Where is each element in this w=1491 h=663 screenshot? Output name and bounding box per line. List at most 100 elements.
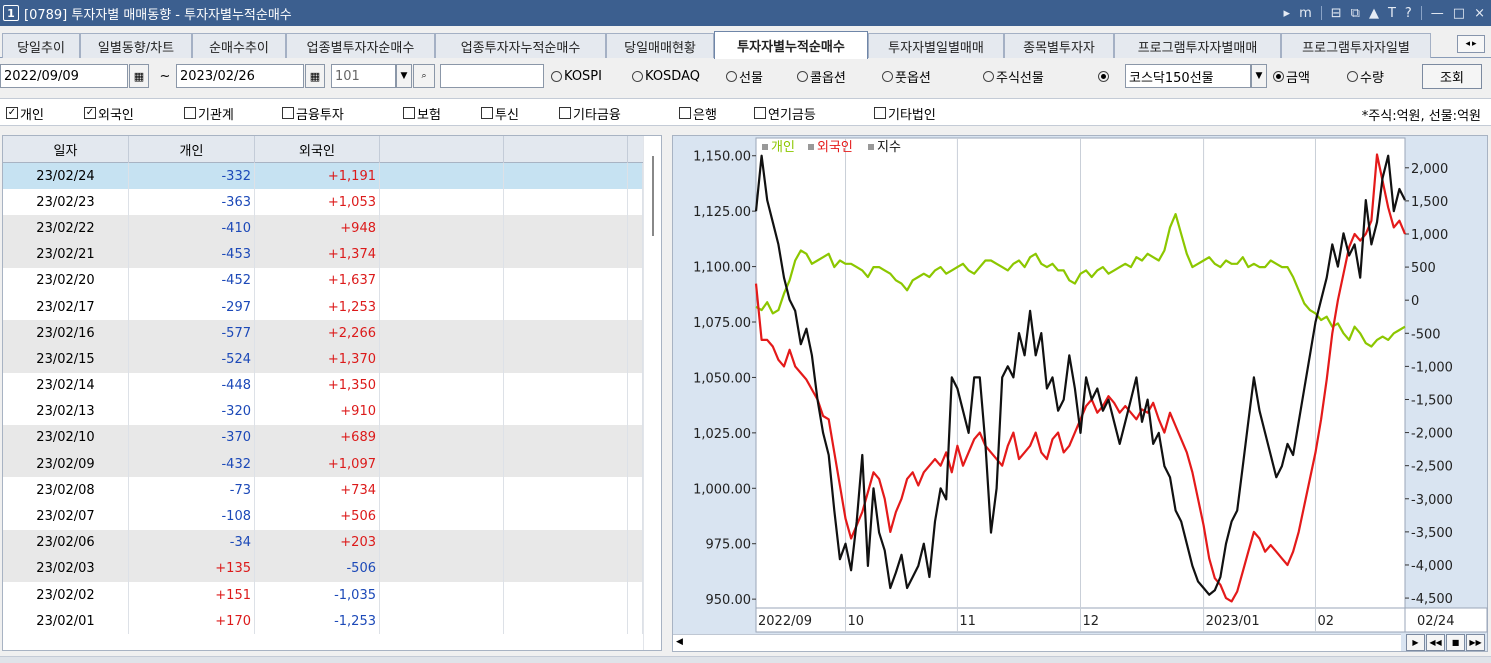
m-icon[interactable]: m bbox=[1299, 6, 1312, 21]
next-icon[interactable]: ▶ bbox=[1406, 634, 1425, 651]
table-row[interactable]: 23/02/08 -73 +734 bbox=[3, 477, 643, 504]
rewind-icon[interactable]: ◀◀ bbox=[1426, 634, 1445, 651]
radio-kosdaq[interactable]: KOSDAQ bbox=[632, 65, 700, 87]
column-header-foreign[interactable]: 외국인 bbox=[255, 136, 380, 163]
split-icon[interactable]: ⊟ bbox=[1331, 6, 1342, 21]
cell-foreign: +734 bbox=[255, 477, 380, 504]
table-row[interactable]: 23/02/01 +170 -1,253 bbox=[3, 608, 643, 635]
table-row[interactable]: 23/02/03 +135 -506 bbox=[3, 555, 643, 582]
table-row[interactable]: 23/02/23 -363 +1,053 bbox=[3, 189, 643, 216]
calendar-icon[interactable]: ▦ bbox=[305, 64, 325, 88]
table-row[interactable]: 23/02/17 -297 +1,253 bbox=[3, 293, 643, 321]
tab-scroll-buttons[interactable]: ◂ ▸ bbox=[1457, 35, 1485, 53]
column-header-individual[interactable]: 개인 bbox=[129, 136, 255, 163]
cell-foreign: +1,191 bbox=[255, 163, 380, 190]
maximize-icon[interactable]: □ bbox=[1453, 6, 1465, 21]
cell-individual: -524 bbox=[129, 346, 255, 373]
query-button[interactable]: 조회 bbox=[1422, 64, 1482, 89]
horizontal-scrollbar[interactable]: ◀ bbox=[673, 634, 1401, 651]
cell-individual: -108 bbox=[129, 503, 255, 530]
x-tick-label: 10 bbox=[848, 614, 865, 629]
scrollbar-thumb[interactable] bbox=[652, 156, 654, 236]
pin-icon[interactable]: ▲ bbox=[1369, 6, 1379, 21]
radio-amount[interactable]: 금액 bbox=[1273, 65, 1310, 87]
tab-program-daily[interactable]: 프로그램투자자일별 bbox=[1281, 33, 1431, 58]
radio-kosdaq150-futures[interactable] bbox=[1098, 65, 1111, 87]
table-row[interactable]: 23/02/22 -410 +948 bbox=[3, 215, 643, 242]
tab-stock-investor[interactable]: 종목별투자자 bbox=[1004, 33, 1114, 58]
column-header-date[interactable]: 일자 bbox=[3, 136, 129, 163]
end-date-field[interactable]: 2023/02/26 bbox=[176, 64, 304, 88]
radio-call-option[interactable]: 콜옵션 bbox=[797, 65, 846, 87]
minimize-icon[interactable]: — bbox=[1431, 6, 1444, 21]
calendar-icon[interactable]: ▦ bbox=[129, 64, 149, 88]
checkbox-investment-trust[interactable]: 투신 bbox=[481, 104, 519, 123]
chevron-down-icon[interactable]: ▼ bbox=[396, 64, 412, 88]
fast-forward-icon[interactable]: ▶▶ bbox=[1466, 634, 1485, 651]
stop-icon[interactable]: ■ bbox=[1446, 634, 1465, 651]
table-row[interactable]: 23/02/07 -108 +506 bbox=[3, 503, 643, 530]
cell-empty bbox=[380, 293, 504, 321]
chevron-down-icon[interactable]: ▼ bbox=[1251, 64, 1267, 88]
radio-dot bbox=[983, 70, 994, 82]
radio-quantity[interactable]: 수량 bbox=[1347, 65, 1384, 87]
search-icon[interactable]: ⌕ bbox=[413, 64, 435, 88]
radio-put-option[interactable]: 풋옵션 bbox=[882, 65, 931, 87]
tab-intraday-status[interactable]: 당일매매현황 bbox=[606, 33, 714, 58]
checkbox-bank[interactable]: 은행 bbox=[679, 104, 717, 123]
radio-stock-futures[interactable]: 주식선물 bbox=[983, 65, 1044, 87]
tab-scroll-right-icon[interactable]: ▸ bbox=[1472, 39, 1477, 49]
radio-futures[interactable]: 선물 bbox=[726, 65, 763, 87]
tab-sector-investor-net[interactable]: 업종별투자자순매수 bbox=[286, 33, 435, 58]
table-body: 23/02/24 -332 +1,191 23/02/23 -363 +1,053 23/0… bbox=[3, 163, 643, 635]
tab-daily-chart[interactable]: 일별동향/차트 bbox=[80, 33, 192, 58]
table-row[interactable]: 23/02/06 -34 +203 bbox=[3, 529, 643, 556]
expand-icon[interactable]: ▸ bbox=[1284, 6, 1291, 21]
table-row[interactable]: 23/02/15 -524 +1,370 bbox=[3, 346, 643, 373]
checkbox-other-finance[interactable]: 기타금융 bbox=[559, 104, 621, 123]
vertical-scrollbar[interactable] bbox=[643, 136, 661, 650]
checkbox-pension[interactable]: 연기금등 bbox=[754, 104, 816, 123]
tab-scroll-left-icon[interactable]: ◂ bbox=[1465, 39, 1470, 49]
table-row[interactable]: 23/02/14 -448 +1,350 bbox=[3, 372, 643, 399]
tab-daily-trend[interactable]: 당일추이 bbox=[2, 33, 80, 58]
table-row[interactable]: 23/02/16 -577 +2,266 bbox=[3, 320, 643, 347]
table-row[interactable]: 23/02/02 +151 -1,035 bbox=[3, 582, 643, 609]
copy-window-icon[interactable]: ⧉ bbox=[1351, 6, 1360, 21]
table-row[interactable]: 23/02/10 -370 +689 bbox=[3, 424, 643, 452]
table-row[interactable]: 23/02/21 -453 +1,374 bbox=[3, 241, 643, 268]
start-date-field[interactable]: 2022/09/09 bbox=[0, 64, 128, 88]
code-field[interactable]: 101 bbox=[331, 64, 396, 88]
cell-individual: +151 bbox=[129, 582, 255, 609]
font-icon[interactable]: T bbox=[1388, 6, 1396, 21]
checkbox-financial-investment[interactable]: 금융투자 bbox=[282, 104, 344, 123]
checkbox-foreign[interactable]: ✓ 외국인 bbox=[84, 104, 134, 123]
window-number-badge[interactable]: 1 bbox=[3, 5, 19, 21]
tab-investor-daily[interactable]: 투자자별일별매매 bbox=[868, 33, 1004, 58]
close-icon[interactable]: × bbox=[1474, 6, 1485, 21]
futures-select[interactable]: 코스닥150선물 bbox=[1125, 64, 1251, 88]
cell-empty bbox=[628, 241, 643, 268]
radio-kospi[interactable]: KOSPI bbox=[551, 65, 602, 87]
tab-program-investor[interactable]: 프로그램투자자별매매 bbox=[1114, 33, 1281, 58]
help-icon[interactable]: ? bbox=[1405, 6, 1412, 21]
tab-net-buy-trend[interactable]: 순매수추이 bbox=[192, 33, 286, 58]
checkbox-other-corp[interactable]: 기타법인 bbox=[874, 104, 936, 123]
cell-empty bbox=[380, 163, 504, 190]
tab-investor-cumulative[interactable]: 투자자별누적순매수 bbox=[714, 31, 868, 59]
scroll-left-icon[interactable]: ◀ bbox=[676, 637, 683, 647]
table-row[interactable]: 23/02/13 -320 +910 bbox=[3, 398, 643, 425]
table-row[interactable]: 23/02/24 -332 +1,191 bbox=[3, 163, 643, 190]
table-row[interactable]: 23/02/20 -452 +1,637 bbox=[3, 267, 643, 294]
cell-empty bbox=[504, 398, 628, 425]
checkbox-insurance[interactable]: 보험 bbox=[403, 104, 441, 123]
checkbox-individual[interactable]: ✓ 개인 bbox=[6, 104, 44, 123]
name-field[interactable] bbox=[440, 64, 544, 88]
window-controls: ▸ m ⊟ ⧉ ▲ T ? — □ × bbox=[1284, 0, 1485, 26]
checkbox-institution[interactable]: 기관계 bbox=[184, 104, 234, 123]
cell-foreign: +203 bbox=[255, 529, 380, 556]
table-row[interactable]: 23/02/09 -432 +1,097 bbox=[3, 451, 643, 478]
cell-individual: -432 bbox=[129, 451, 255, 478]
cell-individual: -320 bbox=[129, 398, 255, 425]
tab-sector-cumulative[interactable]: 업종투자자누적순매수 bbox=[435, 33, 606, 58]
